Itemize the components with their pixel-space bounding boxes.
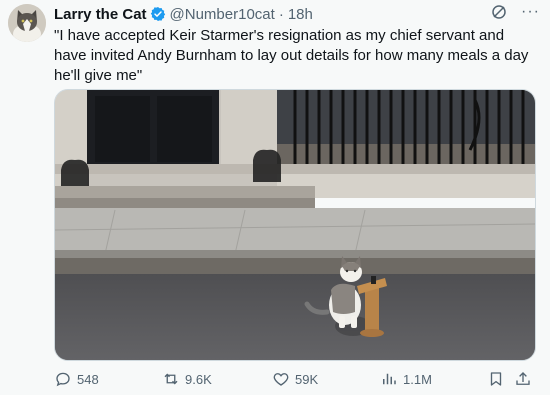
verified-badge-icon <box>150 6 166 22</box>
tweet[interactable]: Larry the Cat @Number10cat · 18h ··· "I … <box>0 0 550 395</box>
views-button[interactable]: 1.1M <box>380 370 432 388</box>
grok-icon[interactable] <box>491 4 507 20</box>
avatar[interactable] <box>8 4 46 42</box>
tweet-photo[interactable] <box>54 89 536 361</box>
reply-button[interactable]: 548 <box>54 370 99 388</box>
tweet-header: Larry the Cat @Number10cat · 18h <box>54 4 313 24</box>
bookmark-icon <box>490 372 502 386</box>
separator-dot: · <box>278 5 284 23</box>
top-icons: ··· <box>491 4 540 20</box>
like-button[interactable]: 59K <box>272 370 318 388</box>
views-count: 1.1M <box>403 371 432 387</box>
like-icon <box>273 373 289 386</box>
share-icon <box>516 372 530 385</box>
tweet-text: "I have accepted Keir Starmer's resignat… <box>54 27 529 84</box>
timestamp[interactable]: 18h <box>288 6 313 23</box>
bookmark-button[interactable] <box>487 370 510 388</box>
views-icon <box>383 373 396 385</box>
author-name[interactable]: Larry the Cat <box>54 6 147 23</box>
like-count: 59K <box>295 371 319 387</box>
more-icon[interactable]: ··· <box>521 4 540 20</box>
reply-icon <box>56 372 70 387</box>
action-bar: 548 9.6K 59K 1.1M <box>54 368 534 392</box>
author-handle[interactable]: @Number10cat <box>170 6 275 23</box>
share-button[interactable] <box>514 370 537 388</box>
repost-count: 9.6K <box>185 371 212 387</box>
repost-icon <box>164 373 178 385</box>
reply-count: 548 <box>77 371 99 387</box>
repost-button[interactable]: 9.6K <box>162 370 212 388</box>
